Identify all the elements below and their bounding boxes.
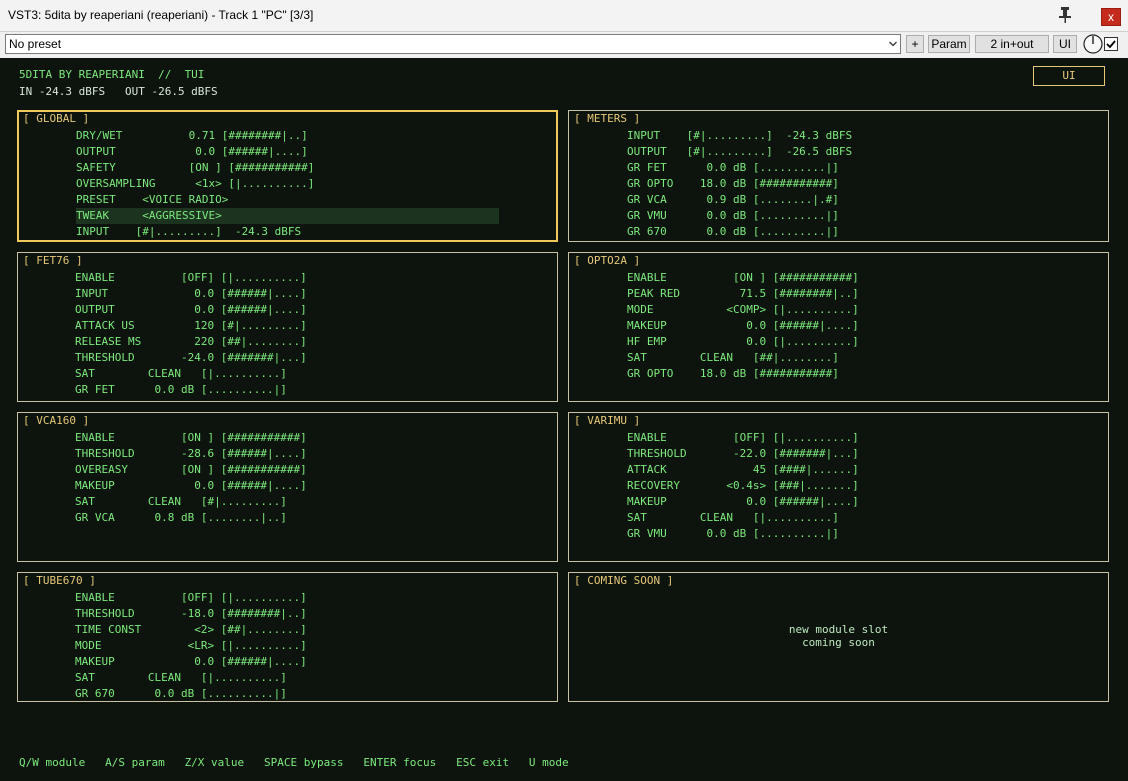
param-row-threshold[interactable]: THRESHOLD -24.0 [#######|...]: [75, 350, 307, 366]
param-list: ENABLE [ON ] [###########] PEAK RED 71.5…: [627, 270, 859, 382]
param-row-threshold[interactable]: THRESHOLD -28.6 [######|....]: [75, 446, 307, 462]
meter-row-gr-670: GR 670 0.0 dB [..........|]: [75, 687, 287, 700]
meter-row-gr-opto: GR OPTO 18.0 dB [###########]: [627, 177, 839, 190]
param-row-safety[interactable]: SAFETY [ON ] [###########]: [76, 160, 499, 176]
param-row-preset[interactable]: PRESET <VOICE RADIO>: [76, 192, 499, 208]
param-list: ENABLE [OFF] [|..........] THRESHOLD -22…: [627, 430, 859, 542]
param-row-attack[interactable]: ATTACK 45 [####|......]: [627, 462, 859, 478]
panel-title: [ OPTO2A ]: [574, 254, 641, 267]
param-row-input[interactable]: INPUT 0.0 [######|....]: [75, 286, 307, 302]
param-row-enable[interactable]: ENABLE [OFF] [|..........]: [627, 430, 859, 446]
io-levels: IN -24.3 dBFS OUT -26.5 dBFS: [19, 85, 218, 98]
param-list: DRY/WET 0.71 [########|..] OUTPUT 0.0 [#…: [76, 128, 499, 240]
panel-varimu[interactable]: [ VARIMU ] ENABLE [OFF] [|..........] TH…: [568, 412, 1109, 562]
preset-dropdown[interactable]: No preset: [5, 34, 901, 54]
param-list: ENABLE [OFF] [|..........] THRESHOLD -18…: [75, 590, 307, 702]
ui-button[interactable]: UI: [1053, 35, 1077, 53]
chevron-down-icon: [889, 41, 897, 47]
panel-opto2a[interactable]: [ OPTO2A ] ENABLE [ON ] [###########] PE…: [568, 252, 1109, 402]
param-row-output[interactable]: OUTPUT 0.0 [######|....]: [75, 302, 307, 318]
panel-global[interactable]: [ GLOBAL ] DRY/WET 0.71 [########|..] OU…: [17, 110, 558, 242]
preset-value: No preset: [9, 37, 62, 51]
param-row-sat[interactable]: SAT CLEAN [#|.........]: [75, 494, 307, 510]
param-row-enable[interactable]: ENABLE [ON ] [###########]: [627, 270, 859, 286]
meter-row-gr-fet: GR FET 0.0 dB [..........|]: [75, 383, 287, 396]
meter-row-gr-vca: GR VCA 0.9 dB [........|.#]: [627, 193, 839, 206]
pin-icon[interactable]: [1058, 6, 1072, 24]
param-row-time-const[interactable]: TIME CONST <2> [##|........]: [75, 622, 307, 638]
param-row-enable[interactable]: ENABLE [OFF] [|..........]: [75, 270, 307, 286]
plugin-toolbar: No preset + Param 2 in+out UI: [0, 32, 1128, 58]
panel-meters[interactable]: [ METERS ] INPUT [#|.........] -24.3 dBF…: [568, 110, 1109, 242]
param-row-overeasy[interactable]: OVEREASY [ON ] [###########]: [75, 462, 307, 478]
param-row-makeup[interactable]: MAKEUP 0.0 [######|....]: [627, 494, 859, 510]
wet-knob-icon[interactable]: [1082, 33, 1104, 55]
meter-row-input: INPUT [#|.........] -24.3 dBFS: [627, 129, 853, 142]
meter-row-gr-opto: GR OPTO 18.0 dB [###########]: [627, 367, 839, 380]
param-row-input-meter[interactable]: INPUT [#|.........] -24.3 dBFS: [76, 224, 499, 240]
param-row-sat[interactable]: SAT CLEAN [|..........]: [627, 510, 859, 526]
io-routing-button[interactable]: 2 in+out: [975, 35, 1049, 53]
param-row-mode[interactable]: MODE <COMP> [|..........]: [627, 302, 859, 318]
param-row-makeup[interactable]: MAKEUP 0.0 [######|....]: [75, 478, 307, 494]
window-title: VST3: 5dita by reaperiani (reaperiani) -…: [8, 8, 314, 22]
param-row-output[interactable]: OUTPUT 0.0 [######|....]: [76, 144, 499, 160]
title-bar[interactable]: VST3: 5dita by reaperiani (reaperiani) -…: [0, 0, 1128, 32]
param-row-tweak-selected[interactable]: TWEAK <AGGRESSIVE>: [76, 208, 499, 224]
checkmark-icon: [1106, 40, 1116, 49]
param-row-recovery[interactable]: RECOVERY <0.4s> [###|.......]: [627, 478, 859, 494]
keyboard-help: Q/W module A/S param Z/X value SPACE byp…: [19, 756, 569, 769]
placeholder-message: new module slot coming soon: [788, 623, 889, 649]
plugin-window: VST3: 5dita by reaperiani (reaperiani) -…: [0, 0, 1128, 781]
param-row-release[interactable]: RELEASE MS 220 [##|........]: [75, 334, 307, 350]
param-row-enable[interactable]: ENABLE [OFF] [|..........]: [75, 590, 307, 606]
panel-title: [ VCA160 ]: [23, 414, 90, 427]
param-row-dry-wet[interactable]: DRY/WET 0.71 [########|..]: [76, 128, 499, 144]
panel-tube670[interactable]: [ TUBE670 ] ENABLE [OFF] [|..........] T…: [17, 572, 558, 702]
param-row-threshold[interactable]: THRESHOLD -18.0 [########|..]: [75, 606, 307, 622]
param-row-sat[interactable]: SAT CLEAN [|..........]: [75, 670, 307, 686]
param-row-threshold[interactable]: THRESHOLD -22.0 [#######|...]: [627, 446, 859, 462]
param-list: ENABLE [OFF] [|..........] INPUT 0.0 [##…: [75, 270, 307, 398]
param-row-peak-red[interactable]: PEAK RED 71.5 [########|..]: [627, 286, 859, 302]
param-row-sat[interactable]: SAT CLEAN [##|........]: [627, 350, 859, 366]
meter-row-gr-vca: GR VCA 0.8 dB [........|..]: [75, 511, 287, 524]
panel-title: [ TUBE670 ]: [23, 574, 96, 587]
panel-title: [ VARIMU ]: [574, 414, 641, 427]
param-row-enable[interactable]: ENABLE [ON ] [###########]: [75, 430, 307, 446]
param-list: ENABLE [ON ] [###########] THRESHOLD -28…: [75, 430, 307, 526]
panel-title: [ GLOBAL ]: [23, 112, 90, 125]
add-preset-button[interactable]: +: [906, 35, 924, 53]
panel-fet76[interactable]: [ FET76 ] ENABLE [OFF] [|..........] INP…: [17, 252, 558, 402]
meter-row-gr-vmu: GR VMU 0.0 dB [..........|]: [627, 527, 839, 540]
meter-list: INPUT [#|.........] -24.3 dBFS OUTPUT [#…: [627, 128, 852, 240]
tui-screen[interactable]: 5DITA BY REAPERIANI // TUI IN -24.3 dBFS…: [0, 58, 1128, 781]
close-button[interactable]: x: [1101, 8, 1121, 26]
param-row-mode[interactable]: MODE <LR> [|..........]: [75, 638, 307, 654]
panel-vca160[interactable]: [ VCA160 ] ENABLE [ON ] [###########] TH…: [17, 412, 558, 562]
panel-coming-soon[interactable]: [ COMING SOON ] new module slot coming s…: [568, 572, 1109, 702]
param-row-makeup[interactable]: MAKEUP 0.0 [######|....]: [627, 318, 859, 334]
meter-row-output: OUTPUT [#|.........] -26.5 dBFS: [627, 145, 853, 158]
ui-mode-button[interactable]: UI: [1033, 66, 1105, 86]
app-title: 5DITA BY REAPERIANI // TUI: [19, 68, 205, 81]
param-row-hf-emp[interactable]: HF EMP 0.0 [|..........]: [627, 334, 859, 350]
meter-row-gr-vmu: GR VMU 0.0 dB [..........|]: [627, 209, 839, 222]
param-row-attack[interactable]: ATTACK US 120 [#|.........]: [75, 318, 307, 334]
bypass-checkbox[interactable]: [1104, 37, 1118, 51]
param-button[interactable]: Param: [928, 35, 970, 53]
param-row-sat[interactable]: SAT CLEAN [|..........]: [75, 366, 307, 382]
panel-title: [ COMING SOON ]: [574, 574, 674, 587]
panel-title: [ METERS ]: [574, 112, 641, 125]
param-row-oversampling[interactable]: OVERSAMPLING <1x> [|..........]: [76, 176, 499, 192]
param-row-makeup[interactable]: MAKEUP 0.0 [######|....]: [75, 654, 307, 670]
meter-row-gr-fet: GR FET 0.0 dB [..........|]: [627, 161, 839, 174]
meter-row-gr-670: GR 670 0.0 dB [..........|]: [627, 225, 839, 238]
panel-title: [ FET76 ]: [23, 254, 83, 267]
